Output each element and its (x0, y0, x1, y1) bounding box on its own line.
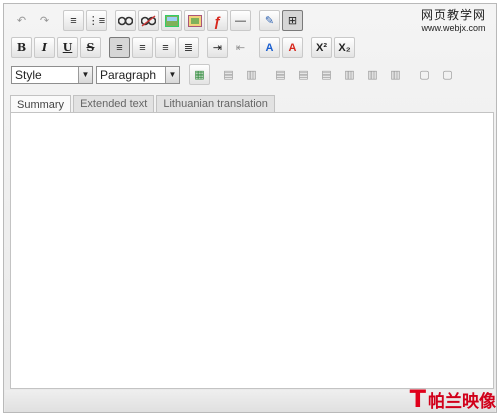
image-icon (164, 14, 179, 27)
chevron-down-icon: ▼ (78, 66, 92, 83)
horizontal-rule-icon: — (235, 14, 246, 27)
insert-col-before-button[interactable]: ▥ (339, 64, 360, 85)
unordered-list-icon: ⋮≡ (87, 15, 106, 27)
row-props-button[interactable]: ▤ (218, 64, 239, 85)
row-props-icon: ▤ (223, 69, 234, 81)
undo-icon: ↶ (16, 15, 27, 27)
bold-icon: B (16, 41, 27, 54)
delete-col-icon: ▥ (390, 69, 401, 81)
insert-col-before-icon: ▥ (344, 69, 355, 81)
align-right-button[interactable]: ≡ (155, 37, 176, 58)
ordered-list-button[interactable]: ≡ (63, 10, 84, 31)
watermark-top-line1: 网页教学网 (420, 8, 486, 22)
cell-props-icon: ▥ (246, 69, 257, 81)
bold-button[interactable]: B (11, 37, 32, 58)
superscript-button[interactable]: X² (311, 37, 332, 58)
indent-button[interactable]: ⇥ (207, 37, 228, 58)
tab-extended-text[interactable]: Extended text (73, 95, 155, 112)
outdent-button[interactable]: ⇤ (230, 37, 251, 58)
rich-text-editor: ↶ ↷ ≡ ⋮≡ ƒ — ✎ ⊞ B I U S ≡ ≡ ≡ ≣ ⇥ ⇤ A A… (3, 3, 497, 413)
align-center-icon: ≡ (139, 41, 146, 54)
redo-icon: ↷ (39, 15, 50, 27)
image-manager-icon (187, 14, 202, 27)
ordered-list-icon: ≡ (70, 14, 77, 27)
tab-lithuanian-translation[interactable]: Lithuanian translation (156, 95, 275, 112)
editor-content-area[interactable] (10, 112, 494, 389)
format-select-value: Paragraph (100, 67, 157, 82)
unordered-list-button[interactable]: ⋮≡ (86, 10, 107, 31)
image-manager-button[interactable] (184, 10, 205, 31)
insert-image-button[interactable] (161, 10, 182, 31)
insert-col-after-button[interactable]: ▥ (362, 64, 383, 85)
insert-row-after-icon: ▤ (298, 69, 309, 81)
background-color-button[interactable]: A (282, 37, 303, 58)
watermark-top: 网页教学网 www.webjx.com (421, 6, 486, 33)
underline-button[interactable]: U (57, 37, 78, 58)
watermark-logo-icon: T (409, 385, 426, 413)
align-center-button[interactable]: ≡ (132, 37, 153, 58)
insert-table-button[interactable]: ▦ (189, 64, 210, 85)
italic-button[interactable]: I (34, 37, 55, 58)
cell-props-button[interactable]: ▥ (241, 64, 262, 85)
undo-button[interactable]: ↶ (11, 10, 32, 31)
merge-cells-button[interactable]: ▢ (437, 64, 458, 85)
background-color-icon: A (288, 41, 297, 54)
superscript-icon: X² (316, 41, 327, 54)
insert-col-after-icon: ▥ (367, 69, 378, 81)
insert-row-before-icon: ▤ (275, 69, 286, 81)
horizontal-rule-button[interactable]: — (230, 10, 251, 31)
table-icon: ▦ (194, 69, 205, 81)
subscript-icon: X₂ (338, 41, 351, 54)
subscript-button[interactable]: X₂ (334, 37, 355, 58)
align-right-icon: ≡ (162, 41, 169, 54)
style-select-value: Style (15, 67, 42, 82)
insert-row-after-button[interactable]: ▤ (293, 64, 314, 85)
insert-link-button[interactable] (115, 10, 136, 31)
text-color-icon: A (265, 41, 274, 54)
underline-icon: U (62, 41, 73, 54)
flash-icon: ƒ (213, 12, 222, 29)
align-left-icon: ≡ (116, 41, 123, 54)
link-icon (118, 16, 133, 25)
format-select[interactable]: Paragraph ▼ (96, 65, 180, 84)
edit-icon: ✎ (264, 15, 275, 27)
italic-icon: I (41, 41, 48, 54)
unlink-icon (141, 14, 156, 27)
delete-row-icon: ▤ (321, 69, 332, 81)
redo-button[interactable]: ↷ (34, 10, 55, 31)
editor-tabs: Summary Extended text Lithuanian transla… (10, 95, 277, 113)
insert-row-before-button[interactable]: ▤ (270, 64, 291, 85)
indent-icon: ⇥ (212, 42, 223, 54)
unlink-button[interactable] (138, 10, 159, 31)
align-left-button[interactable]: ≡ (109, 37, 130, 58)
insert-flash-button[interactable]: ƒ (207, 10, 228, 31)
watermark-bottom: T 帕兰映像 (410, 385, 496, 413)
toolbar-row-3: Style ▼ Paragraph ▼ ▦ ▤ ▥ ▤ ▤ ▤ ▥ ▥ ▥ ▢ … (11, 64, 460, 85)
show-blocks-button[interactable]: ⊞ (282, 10, 303, 31)
outdent-icon: ⇤ (235, 42, 246, 54)
toolbar-row-1: ↶ ↷ ≡ ⋮≡ ƒ — ✎ ⊞ (11, 10, 305, 31)
watermark-top-line2: www.webjx.com (421, 23, 486, 33)
edit-source-button[interactable]: ✎ (259, 10, 280, 31)
strikethrough-button[interactable]: S (80, 37, 101, 58)
tab-summary[interactable]: Summary (10, 95, 72, 113)
split-cells-icon: ▢ (419, 69, 430, 81)
delete-col-button[interactable]: ▥ (385, 64, 406, 85)
merge-cells-icon: ▢ (442, 69, 453, 81)
delete-row-button[interactable]: ▤ (316, 64, 337, 85)
chevron-down-icon: ▼ (165, 66, 179, 83)
grid-icon: ⊞ (287, 15, 298, 27)
text-color-button[interactable]: A (259, 37, 280, 58)
split-cells-button[interactable]: ▢ (414, 64, 435, 85)
align-justify-button[interactable]: ≣ (178, 37, 199, 58)
style-select[interactable]: Style ▼ (11, 65, 93, 84)
watermark-bottom-text: 帕兰映像 (428, 391, 496, 411)
toolbar-row-2: B I U S ≡ ≡ ≡ ≣ ⇥ ⇤ A A X² X₂ (11, 37, 357, 58)
align-justify-icon: ≣ (183, 42, 194, 54)
strikethrough-icon: S (86, 41, 95, 54)
